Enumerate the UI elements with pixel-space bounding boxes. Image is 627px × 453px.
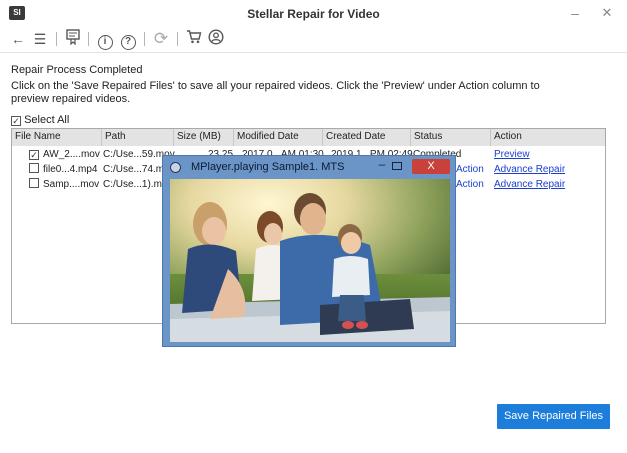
row-checkbox[interactable] <box>29 177 39 192</box>
player-minimize-button[interactable]: – <box>375 158 389 172</box>
file-name: Samp....mov <box>43 179 100 190</box>
info-icon[interactable]: i <box>95 29 115 50</box>
window-title: Stellar Repair for Video <box>247 7 380 21</box>
column-header-modified[interactable]: Modified Date <box>234 129 323 146</box>
close-button[interactable]: ✕ <box>598 4 616 22</box>
file-path: C:/Use...1).m <box>103 179 162 190</box>
column-header-status[interactable]: Status <box>411 129 491 146</box>
checkbox[interactable]: ✓ <box>11 116 21 126</box>
column-header-path[interactable]: Path <box>102 129 174 146</box>
account-icon[interactable] <box>206 29 226 49</box>
column-header-action[interactable]: Action <box>491 129 605 146</box>
help-glyph: ? <box>120 35 136 50</box>
file-name: AW_2....mov <box>43 149 100 160</box>
table-header: File Name Path Size (MB) Modified Date C… <box>12 129 605 146</box>
minimize-button[interactable]: – <box>566 4 584 22</box>
video-still-image <box>170 179 450 342</box>
help-icon[interactable]: ? <box>118 29 138 50</box>
info-glyph: i <box>97 35 113 50</box>
media-player-window[interactable]: MPlayer.playing Sample1. MTS – X <box>162 155 456 347</box>
select-all-label: Select All <box>24 114 70 126</box>
toolbar-divider <box>56 32 57 46</box>
video-frame[interactable] <box>170 179 450 342</box>
mplayer-logo-icon <box>170 162 181 173</box>
player-close-button[interactable]: X <box>412 159 450 174</box>
cart-icon[interactable] <box>184 29 204 49</box>
instructions-text: Click on the 'Save Repaired Files' to sa… <box>11 80 540 105</box>
select-all-checkbox[interactable]: ✓ Select All <box>11 114 69 126</box>
page-title: Repair Process Completed <box>11 64 143 76</box>
file-name: file0...4.mp4 <box>43 164 98 175</box>
status-text: Action <box>456 164 484 175</box>
toolbar-divider <box>88 32 89 46</box>
save-repaired-files-button[interactable]: Save Repaired Files <box>497 404 610 429</box>
column-header-created[interactable]: Created Date <box>323 129 411 146</box>
toolbar-divider <box>144 32 145 46</box>
register-icon[interactable] <box>63 29 83 49</box>
advance-repair-link[interactable]: Advance Repair <box>494 177 565 192</box>
row-checkbox[interactable] <box>29 162 39 177</box>
menu-icon[interactable]: ☰ <box>30 29 50 49</box>
row-checkbox[interactable]: ✓ <box>29 147 39 162</box>
player-maximize-button[interactable] <box>392 162 402 170</box>
player-title: MPlayer.playing Sample1. MTS <box>191 161 345 173</box>
preview-link[interactable]: Preview <box>494 147 530 162</box>
app-window: SI Stellar Repair for Video – ✕ ← ☰ i ? … <box>0 0 627 453</box>
column-header-size[interactable]: Size (MB) <box>174 129 234 146</box>
update-icon[interactable]: ⟳ <box>151 29 171 49</box>
advance-repair-link[interactable]: Advance Repair <box>494 162 565 177</box>
column-header-file-name[interactable]: File Name <box>12 129 102 146</box>
back-arrow-icon[interactable]: ← <box>8 29 28 49</box>
toolbar: ← ☰ i ? ⟳ <box>0 27 627 53</box>
title-bar: SI Stellar Repair for Video – ✕ <box>0 0 627 26</box>
toolbar-divider <box>177 32 178 46</box>
status-text: Action <box>456 179 484 190</box>
file-path: C:/Use...74.m <box>103 164 163 175</box>
